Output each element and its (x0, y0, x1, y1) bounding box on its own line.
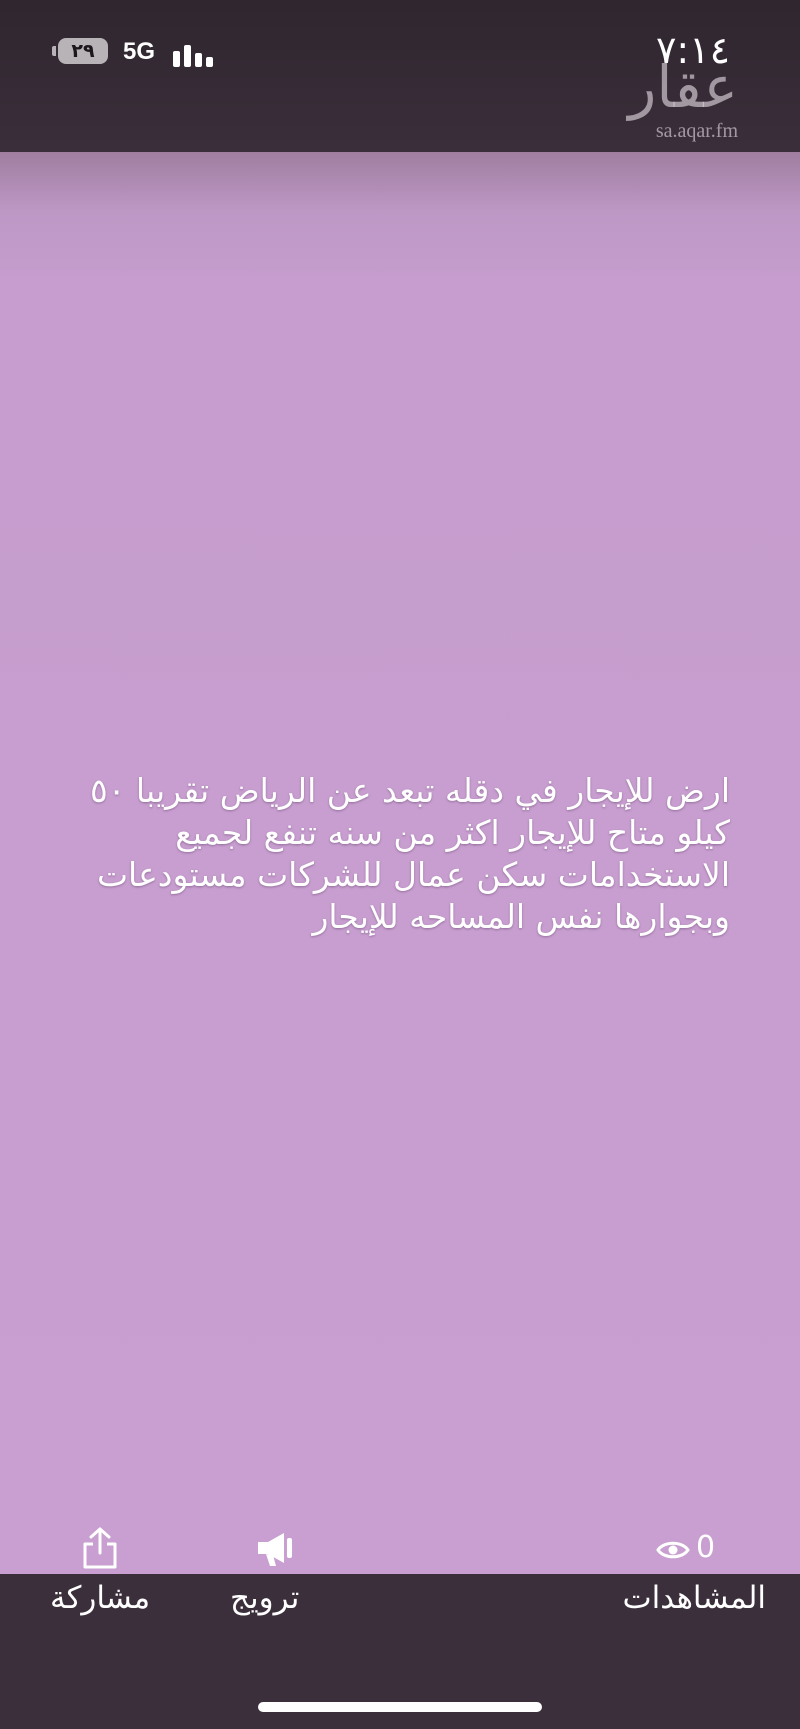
share-icon (83, 1527, 117, 1569)
battery-indicator: ٢٩ (52, 38, 108, 64)
status-bar: ٢٩ 5G ٧:١٤ عقار sa.aqar.fm (0, 0, 800, 152)
ad-image: ارض للإيجار في دقله تبعد عن الرياض تقريب… (0, 152, 800, 1574)
ad-line: ارض للإيجار في دقله تبعد عن الرياض تقريب… (89, 771, 730, 810)
home-indicator[interactable] (258, 1702, 542, 1712)
views-count: 0 (696, 1530, 716, 1565)
aqar-watermark: عقار sa.aqar.fm (628, 56, 738, 142)
share-button[interactable]: مشاركة (40, 1520, 160, 1630)
share-label: مشاركة (50, 1580, 151, 1616)
views-label: المشاهدات (622, 1580, 767, 1616)
eye-icon (656, 1541, 690, 1559)
watermark-logo: عقار (628, 53, 738, 121)
watermark-url: sa.aqar.fm (655, 120, 738, 142)
ad-line: الاستخدامات سكن عمال للشركات مستودعات (96, 855, 730, 894)
ad-line: كيلو متاح للإيجار اكثر من سنه تنفع لجميع (175, 813, 730, 852)
views-counter: 0 المشاهدات (600, 1530, 770, 1630)
promote-button[interactable]: ترويج (222, 1520, 342, 1630)
signal-strength-icon (173, 39, 217, 67)
network-type: 5G (123, 38, 156, 65)
ad-line: وبجوارها نفس المساحه للإيجار (312, 897, 730, 936)
ad-description: ارض للإيجار في دقله تبعد عن الرياض تقريب… (70, 770, 730, 938)
promote-label: ترويج (230, 1580, 300, 1616)
megaphone-icon (258, 1533, 292, 1566)
